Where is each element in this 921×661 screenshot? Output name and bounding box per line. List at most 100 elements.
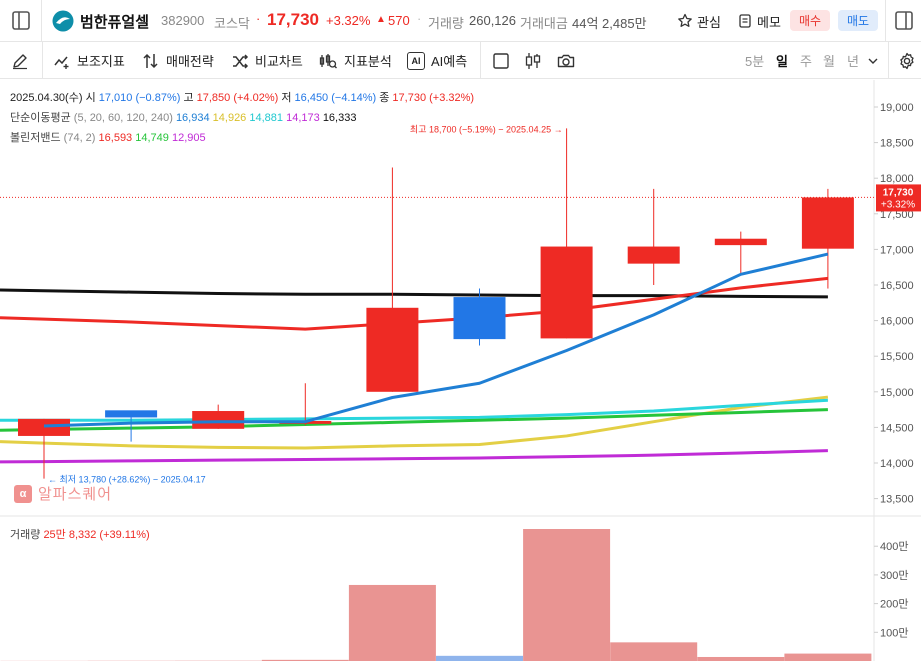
candle-body — [453, 297, 506, 340]
watch-button[interactable]: 관심 — [677, 10, 721, 32]
analysis-icon — [319, 53, 337, 68]
volume-info-value: 25만 8,332 (+39.11%) — [43, 529, 150, 541]
analysis-label: 지표분석 — [344, 54, 392, 69]
candle-body — [540, 246, 593, 339]
ma-label: 단순이동평균 — [10, 112, 71, 124]
volume-bar — [348, 584, 436, 661]
side-panel-toggle[interactable] — [885, 0, 921, 42]
memo-button[interactable]: 메모 — [737, 10, 781, 32]
line-chart-button[interactable] — [491, 42, 511, 79]
market-name: 코스닥 — [214, 16, 250, 31]
volume-bar — [523, 529, 611, 661]
period-day[interactable]: 일 — [776, 42, 788, 79]
settings-button[interactable] — [897, 42, 917, 79]
gear-icon — [900, 52, 914, 69]
close-label: 종 — [379, 92, 390, 104]
shuffle-icon — [233, 53, 249, 69]
ma60-value: 14,881 — [249, 112, 284, 124]
high-label: 고 — [183, 92, 194, 104]
indicators-label: 보조지표 — [77, 54, 125, 69]
bb-label: 볼린저밴드 — [10, 132, 61, 144]
draw-tool-button[interactable] — [10, 42, 30, 79]
ma-params: (5, 20, 60, 120, 240) — [73, 112, 173, 124]
price-tag-percent: +3.32% — [881, 199, 915, 210]
compare-button[interactable]: 비교차트 — [231, 42, 303, 79]
low-label: 저 — [281, 92, 292, 104]
y-tick-label: 19,000 — [880, 102, 914, 114]
sidebar-toggle-icon — [12, 11, 30, 30]
change-amount: 570 — [388, 13, 410, 28]
stock-header: 범한퓨얼셀 382900 코스닥 · 17,730 +3.32% ▲ 570 ·… — [0, 0, 921, 42]
sort-arrows-icon — [143, 53, 158, 68]
sell-button[interactable]: 매도 — [838, 10, 878, 31]
volume-label: 거래량 — [428, 16, 464, 31]
analysis-button[interactable]: 지표분석 — [318, 42, 392, 79]
period-week[interactable]: 주 — [800, 42, 812, 79]
candle-body — [714, 238, 767, 246]
ohlc-info: 2025.04.30(수) 시 17,010 (−0.87%) 고 17,850… — [10, 88, 474, 148]
candle-body — [366, 307, 419, 392]
vol-y-tick-label: 400만 — [880, 540, 908, 553]
dot-separator: · — [256, 11, 261, 26]
period-dropdown[interactable] — [867, 42, 879, 79]
candle-body — [801, 197, 854, 249]
square-icon — [493, 52, 509, 69]
y-tick-label: 18,500 — [880, 138, 914, 150]
alphasquare-logo-icon: α — [14, 484, 32, 503]
star-icon — [678, 13, 692, 27]
period-5min[interactable]: 5분 — [745, 42, 764, 79]
ai-predict-label: AI예측 — [431, 54, 468, 69]
vol-y-tick-label: 200만 — [880, 598, 908, 611]
ai-chip-icon: AI — [407, 51, 425, 70]
indicator-icon — [54, 56, 69, 69]
candle-body — [105, 410, 158, 418]
amount-label: 거래대금 — [520, 16, 568, 31]
ohlc-row: 2025.04.30(수) 시 17,010 (−0.87%) 고 17,850… — [10, 88, 474, 108]
low-value: 16,450 (−4.14%) — [294, 92, 377, 104]
watermark: α 알파스퀘어 — [14, 483, 112, 504]
ma240-value: 16,333 — [322, 112, 357, 124]
info-date: 2025.04.30(수) — [10, 92, 83, 104]
period-year[interactable]: 년 — [847, 42, 859, 79]
company-logo — [52, 10, 74, 32]
price-tag-value: 17,730 — [883, 187, 914, 198]
compare-label: 비교차트 — [255, 54, 303, 69]
period-month[interactable]: 월 — [823, 42, 835, 79]
ai-predict-button[interactable]: AI AI예측 — [407, 42, 467, 79]
chevron-down-icon — [868, 58, 878, 64]
series-line-ma120 — [0, 449, 828, 464]
sidebar-toggle[interactable] — [0, 0, 42, 42]
candle-chart-button[interactable] — [523, 42, 543, 79]
y-tick-label: 17,000 — [880, 244, 914, 256]
y-tick-label: 13,500 — [880, 494, 914, 506]
bb-row: 볼린저밴드 (74, 2) 16,593 14,749 12,905 — [10, 128, 474, 148]
buy-button[interactable]: 매수 — [790, 10, 830, 31]
volume-bar — [784, 653, 872, 661]
price-chart[interactable]: 13,500 14,000 14,500 15,000 15,500 16,000 16,5… — [0, 80, 921, 661]
ma5-value: 16,934 — [175, 112, 210, 124]
y-tick-label: 16,500 — [880, 280, 914, 292]
indicators-button[interactable]: 보조지표 — [53, 42, 125, 79]
volume-bar — [436, 655, 523, 661]
watermark-text: 알파스퀘어 — [38, 486, 113, 503]
bb-params: (74, 2) — [63, 132, 96, 144]
screenshot-button[interactable] — [556, 42, 576, 79]
volume-value: 260,126 — [469, 13, 516, 28]
candle-body — [18, 418, 70, 436]
close-value: 17,730 (+3.32%) — [392, 92, 475, 104]
dot-separator-2: · — [417, 11, 422, 26]
volume-info-label: 거래량 — [10, 529, 41, 541]
candle-icon — [525, 52, 541, 69]
candle-body — [627, 246, 680, 264]
volume-bar — [697, 656, 785, 661]
camera-icon — [557, 54, 575, 67]
y-tick-label: 14,000 — [880, 458, 914, 470]
watch-label: 관심 — [697, 14, 721, 30]
bb-middle-value: 14,749 — [135, 132, 169, 144]
y-tick-label: 15,000 — [880, 387, 914, 399]
change-arrow-icon: ▲ — [376, 14, 386, 25]
open-label: 시 — [85, 92, 96, 104]
vol-y-tick-label: 100만 — [880, 626, 908, 639]
y-tick-label: 14,500 — [880, 422, 914, 434]
strategy-button[interactable]: 매매전략 — [142, 42, 214, 79]
